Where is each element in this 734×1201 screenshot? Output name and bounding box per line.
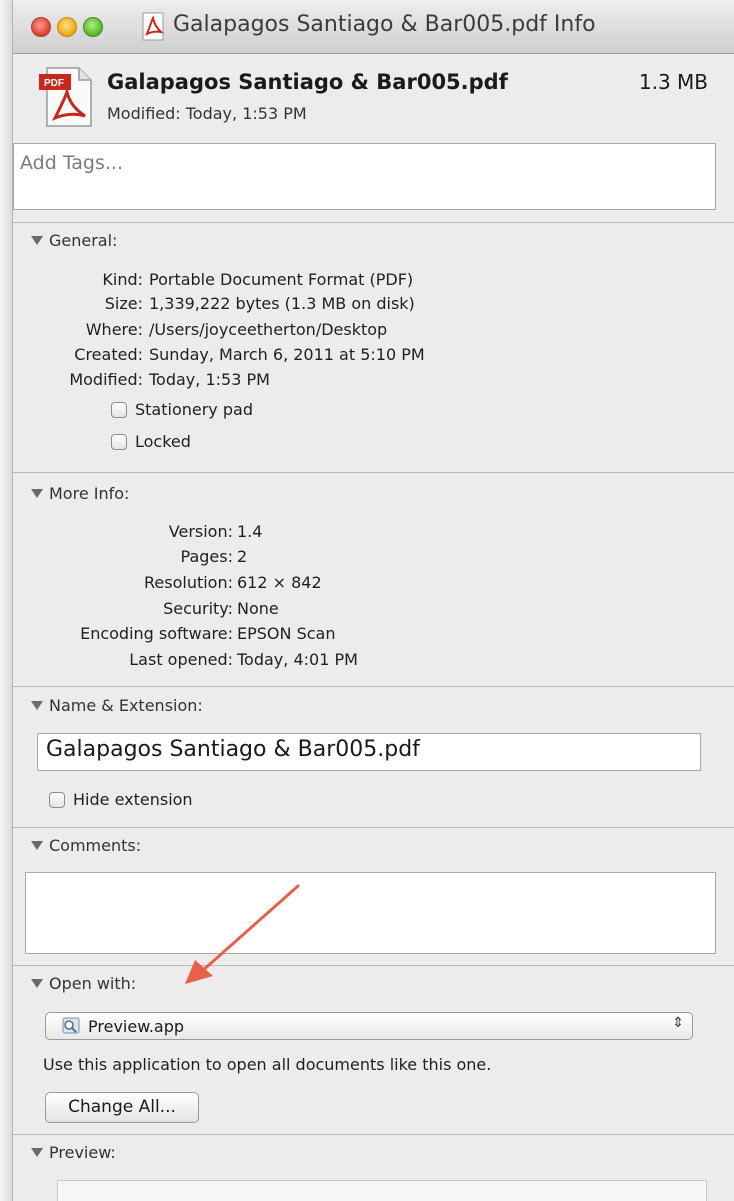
section-general-title: General: [49, 231, 118, 250]
zoom-button[interactable] [83, 17, 103, 37]
disclosure-triangle-icon[interactable] [31, 1148, 43, 1157]
info-key: Modified: [69, 370, 143, 389]
file-modified: Modified: Today, 1:53 PM [107, 104, 307, 123]
info-value: Today, 1:53 PM [149, 370, 270, 389]
info-key: Last opened: [129, 650, 233, 669]
divider [13, 472, 734, 473]
divider [13, 1134, 734, 1135]
info-key: Version: [168, 522, 233, 541]
updown-chevron-icon: ⇕ [672, 1015, 684, 1031]
info-value: None [237, 599, 279, 618]
section-open-with-toggle[interactable]: Open with: [31, 974, 136, 993]
divider [13, 222, 734, 223]
disclosure-triangle-icon[interactable] [31, 701, 43, 710]
change-all-button[interactable]: Change All... [45, 1092, 199, 1123]
hide-extension-label: Hide extension [73, 790, 193, 809]
locked-label: Locked [135, 432, 191, 451]
locked-checkbox[interactable]: Locked [111, 432, 191, 451]
title-bar[interactable]: Galapagos Santiago & Bar005.pdf Info [13, 0, 734, 54]
section-more-info-title: More Info: [49, 484, 130, 503]
info-key: Size: [104, 294, 143, 313]
annotation-arrow-icon [185, 884, 300, 984]
info-value: 1,339,222 bytes (1.3 MB on disk) [149, 294, 415, 313]
disclosure-triangle-icon[interactable] [31, 841, 43, 850]
section-open-with-title: Open with: [49, 974, 137, 993]
info-key: Where: [85, 320, 143, 339]
preview-app-icon [62, 1017, 80, 1034]
info-value: 2 [237, 547, 248, 566]
comments-field[interactable] [25, 872, 716, 954]
section-more-info-toggle[interactable]: More Info: [31, 484, 129, 503]
tags-field[interactable]: Add Tags... [13, 143, 716, 210]
section-comments-title: Comments: [49, 836, 142, 855]
checkbox-box[interactable] [49, 792, 65, 808]
checkbox-box[interactable] [111, 402, 127, 418]
section-general-toggle[interactable]: General: [31, 231, 117, 250]
info-value: 612 × 842 [237, 573, 322, 592]
svg-text:PDF: PDF [44, 78, 64, 89]
file-name: Galapagos Santiago & Bar005.pdf [107, 70, 508, 94]
info-value: /Users/joyceetherton/Desktop [149, 320, 388, 339]
divider [13, 965, 734, 966]
info-value: Today, 4:01 PM [237, 650, 358, 669]
stationery-pad-label: Stationery pad [135, 400, 253, 419]
pdf-document-icon: PDF [39, 67, 92, 127]
divider [13, 686, 734, 687]
section-name-extension-toggle[interactable]: Name & Extension: [31, 696, 203, 715]
info-key: Pages: [180, 547, 233, 566]
close-button[interactable] [31, 17, 51, 37]
info-value: EPSON Scan [237, 624, 336, 643]
checkbox-box[interactable] [111, 434, 127, 450]
hide-extension-checkbox[interactable]: Hide extension [49, 790, 193, 809]
window-title: Galapagos Santiago & Bar005.pdf Info [173, 12, 596, 37]
section-comments-toggle[interactable]: Comments: [31, 836, 141, 855]
disclosure-triangle-icon[interactable] [31, 236, 43, 245]
file-name-field[interactable]: Galapagos Santiago & Bar005.pdf [37, 733, 701, 771]
open-with-popup[interactable]: Preview.app ⇕ [45, 1012, 693, 1040]
disclosure-triangle-icon[interactable] [31, 489, 43, 498]
info-key: Kind: [102, 270, 143, 289]
info-key: Encoding software: [80, 624, 233, 643]
file-size: 1.3 MB [638, 70, 708, 94]
info-key: Security: [163, 599, 233, 618]
info-key: Created: [74, 345, 143, 364]
open-with-description: Use this application to open all documen… [43, 1055, 492, 1074]
section-name-extension-title: Name & Extension: [49, 696, 203, 715]
window-edge [0, 0, 12, 1201]
info-key: Resolution: [144, 573, 233, 592]
open-with-app-label: Preview.app [88, 1017, 185, 1036]
divider [13, 827, 734, 828]
minimize-button[interactable] [57, 17, 77, 37]
info-value: Portable Document Format (PDF) [149, 270, 414, 289]
pdf-document-icon [142, 12, 164, 41]
preview-thumbnail [57, 1180, 707, 1201]
info-value: Sunday, March 6, 2011 at 5:10 PM [149, 345, 425, 364]
stationery-pad-checkbox[interactable]: Stationery pad [111, 400, 253, 419]
info-window: Galapagos Santiago & Bar005.pdf Info PDF… [12, 0, 734, 1201]
section-preview-title: Preview: [49, 1143, 116, 1162]
section-preview-toggle[interactable]: Preview: [31, 1143, 116, 1162]
disclosure-triangle-icon[interactable] [31, 979, 43, 988]
info-value: 1.4 [237, 522, 263, 541]
